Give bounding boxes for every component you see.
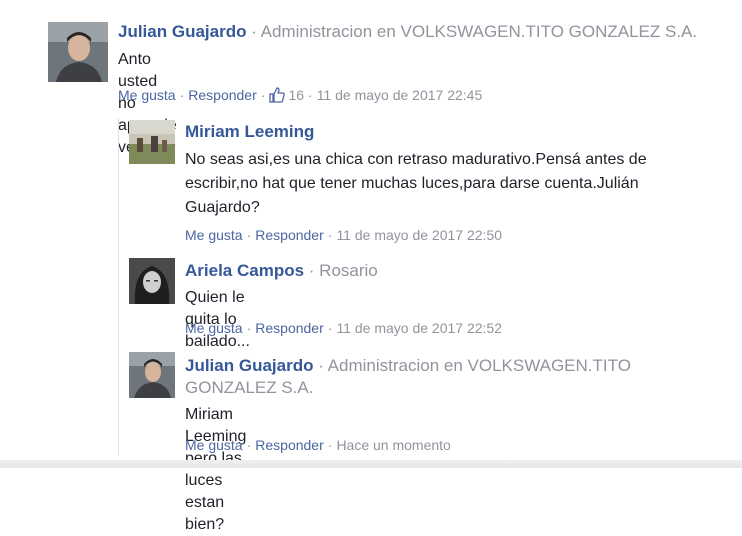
profile-photo-icon (129, 258, 175, 304)
reply-button[interactable]: Responder (255, 320, 324, 336)
thumbs-up-icon (269, 87, 286, 103)
reply-button[interactable]: Responder (188, 87, 257, 103)
reply-text: No seas asi,es una chica con retraso mad… (185, 151, 647, 216)
comment-author[interactable]: Julian Guajardo · Administracion en VOLK… (118, 22, 697, 42)
like-button[interactable]: Me gusta (185, 227, 243, 243)
timestamp[interactable]: 11 de mayo de 2017 22:45 (317, 87, 483, 103)
reply-author[interactable]: Miriam Leeming (185, 122, 314, 142)
separator: · (327, 227, 333, 243)
author-name[interactable]: Julian Guajardo (185, 356, 313, 375)
like-button[interactable]: Me gusta (185, 437, 243, 453)
separator: · (246, 437, 252, 453)
separator: · (327, 320, 333, 336)
author-name[interactable]: Ariela Campos (185, 261, 304, 280)
author-location: · Rosario (308, 261, 378, 280)
author-name[interactable]: Miriam Leeming (185, 122, 314, 141)
comment-actions: Me gusta · Responder · 16 · 11 de mayo de 2017… (118, 87, 482, 103)
like-count[interactable]: 16 (269, 87, 304, 103)
timestamp[interactable]: Hace un momento (336, 437, 450, 453)
profile-photo-icon (48, 22, 108, 82)
profile-photo-icon (129, 352, 175, 398)
reply-actions: Me gusta · Responder · 11 de mayo de 2017 22… (185, 227, 502, 243)
like-button[interactable]: Me gusta (185, 320, 243, 336)
separator: · (327, 437, 333, 453)
avatar[interactable] (129, 258, 175, 304)
avatar[interactable] (129, 120, 175, 164)
author-name[interactable]: Julian Guajardo (118, 22, 246, 41)
timestamp[interactable]: 11 de mayo de 2017 22:52 (336, 320, 502, 336)
reply-author[interactable]: Julian Guajardo · Administracion en VOLK… (185, 355, 665, 399)
profile-photo-icon (129, 120, 175, 164)
reply-button[interactable]: Responder (255, 227, 324, 243)
separator: · (179, 87, 185, 103)
separator: · (308, 87, 313, 103)
reply-actions: Me gusta · Responder · 11 de mayo de 2017 22… (185, 320, 502, 336)
reply-thread-line (118, 118, 119, 456)
separator: · (260, 87, 266, 103)
like-button[interactable]: Me gusta (118, 87, 176, 103)
reply-author[interactable]: Ariela Campos · Rosario (185, 261, 378, 281)
separator: · (246, 227, 252, 243)
avatar[interactable] (129, 352, 175, 398)
timestamp[interactable]: 11 de mayo de 2017 22:50 (336, 227, 502, 243)
avatar[interactable] (48, 22, 108, 82)
reply-text: Miriam Leeming pero las luces estan bien… (185, 406, 247, 533)
reply-button[interactable]: Responder (255, 437, 324, 453)
bottom-edge (0, 460, 742, 468)
reply-actions: Me gusta · Responder · Hace un momento (185, 437, 451, 453)
separator: · (246, 320, 252, 336)
author-workplace: · Administracion en VOLKSWAGEN.TITO GONZ… (251, 22, 698, 41)
